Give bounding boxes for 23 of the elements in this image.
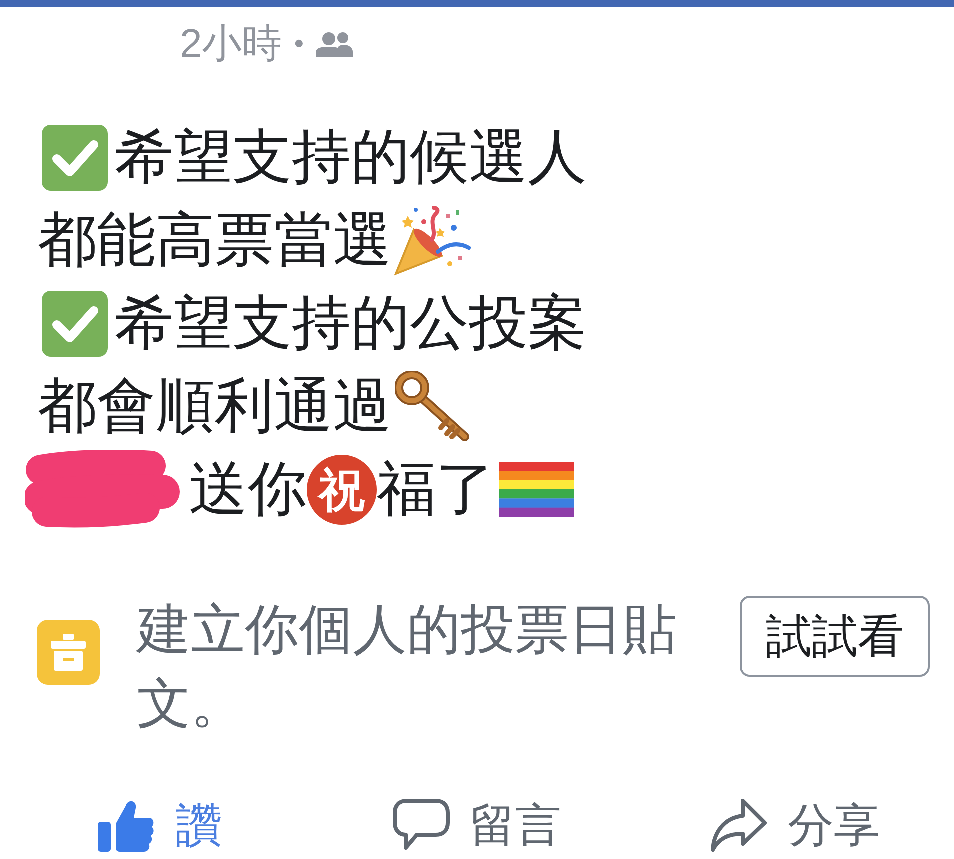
like-button[interactable]: 讚: [96, 795, 222, 855]
friends-icon: [316, 32, 354, 56]
post-text: 福了: [377, 455, 495, 524]
ballot-box-icon: [37, 620, 100, 685]
post-text: 送你: [189, 455, 307, 524]
comment-button[interactable]: 留言: [392, 795, 562, 855]
share-arrow-icon: [710, 798, 768, 852]
congratulation-emoji: 祝: [307, 454, 377, 524]
post-text: 希望支持的公投案: [115, 289, 587, 358]
prompt-text: 建立你個人的投票日貼文。: [137, 599, 678, 736]
post-text: 希望支持的候選人: [115, 123, 587, 192]
post-text: 都會順利通過: [38, 372, 392, 441]
share-button[interactable]: 分享: [710, 795, 880, 855]
key-icon: [395, 370, 470, 442]
party-popper-icon: [394, 206, 471, 276]
time-text: 2小時: [180, 21, 282, 68]
check-mark-icon: [42, 124, 108, 190]
check-mark-icon: [42, 290, 108, 356]
separator-dot: •: [294, 27, 304, 61]
rainbow-flag-icon: [499, 462, 574, 517]
try-button[interactable]: 試試看: [740, 596, 930, 677]
speech-bubble-icon: [392, 798, 450, 852]
post-text: 都能高票當選: [38, 206, 392, 275]
